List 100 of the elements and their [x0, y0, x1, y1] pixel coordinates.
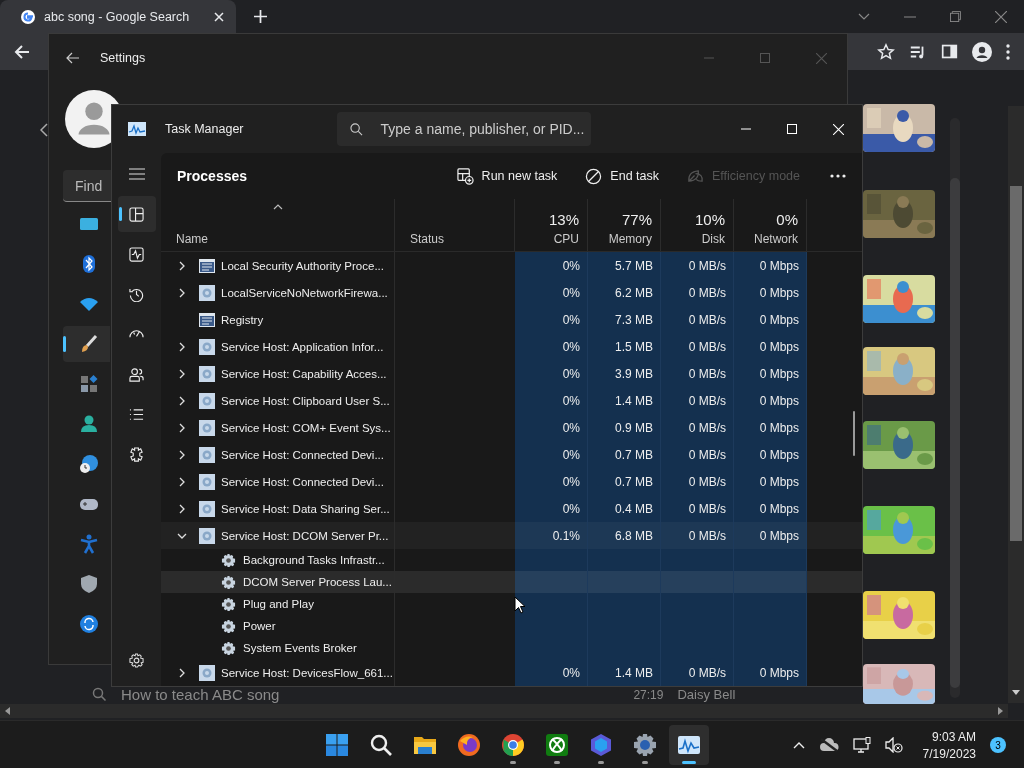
table-cell: 6.2 MB	[615, 285, 653, 300]
chevron-right-icon[interactable]	[177, 368, 187, 379]
chevron-right-icon[interactable]	[177, 341, 187, 352]
profile-icon[interactable]	[972, 41, 992, 62]
settings-icon	[633, 733, 657, 757]
nav-tab[interactable]	[117, 196, 156, 232]
table-row[interactable]: DCOM Server Process Lau...	[161, 571, 862, 593]
selection-indicator	[118, 207, 122, 221]
plus-icon[interactable]	[254, 10, 267, 23]
service-icon	[199, 500, 215, 517]
chevron-right-icon[interactable]	[177, 287, 187, 298]
menu-icon[interactable]	[1006, 43, 1010, 60]
settings-icon[interactable]	[129, 653, 144, 668]
cloud-off-icon[interactable]	[818, 738, 839, 752]
column-header[interactable]: 0% Network	[734, 199, 807, 251]
service-icon	[199, 365, 215, 382]
process-name: Service Host: Connected Devi...	[221, 475, 384, 488]
back-arrow-icon[interactable]	[14, 43, 30, 60]
table-cell: 0%	[562, 366, 580, 381]
chevron-right-icon[interactable]	[177, 395, 187, 406]
browser-tab[interactable]: abc song - Google Search	[0, 0, 236, 33]
service-icon	[199, 527, 215, 544]
channel-name[interactable]: Daisy Bell	[677, 686, 736, 703]
search-icon	[369, 733, 393, 757]
google-icon	[20, 8, 36, 25]
column-header[interactable]: 77% Memory	[588, 199, 661, 251]
apps-icon	[79, 374, 99, 394]
horizontal-scrollbar[interactable]	[0, 704, 1008, 718]
star-icon[interactable]	[877, 42, 895, 61]
scroll-down-arrow-icon[interactable]	[1012, 690, 1020, 695]
service-name: DCOM Server Process Lau...	[243, 576, 392, 588]
table-cell: 0%	[562, 258, 580, 273]
chevron-right-icon[interactable]	[177, 476, 187, 487]
table-cell: 0 Mbps	[759, 366, 799, 381]
table-cell: 0%	[562, 447, 580, 462]
table-cell: 0 MB/s	[688, 312, 726, 327]
chevron-up-icon[interactable]	[792, 741, 805, 749]
process-name: Service Host: DevicesFlow_661...	[221, 666, 393, 679]
running-indicator	[554, 761, 560, 764]
more-icon[interactable]	[830, 174, 846, 178]
notification-badge[interactable]: 3	[990, 737, 1006, 753]
process-name: Service Host: Clipboard User S...	[221, 394, 390, 407]
details-icon	[129, 406, 144, 422]
back-arrow-icon[interactable]	[66, 52, 80, 64]
gear-icon	[221, 552, 236, 568]
table-cell: 0.7 MB	[615, 474, 653, 489]
restore-icon[interactable]	[950, 11, 961, 22]
usage-percent: 77%	[621, 211, 652, 228]
process-name: Service Host: Application Infor...	[221, 340, 384, 353]
chevron-right-icon[interactable]	[177, 667, 187, 678]
mouse-cursor-icon	[514, 596, 526, 614]
globe-icon	[79, 454, 99, 474]
taskbar-button[interactable]	[669, 725, 709, 765]
table-row[interactable]: Service Host: DCOM Server Pr... 0.1% 6.8 MB 0 MB/s 0 Mbps	[161, 522, 862, 549]
table-cell: 0%	[562, 393, 580, 408]
side-panel-icon[interactable]	[941, 43, 958, 60]
table-cell: 0 MB/s	[688, 474, 726, 489]
service-name: Power	[243, 620, 276, 632]
service-icon	[199, 446, 215, 463]
service-icon	[199, 284, 215, 301]
update-icon	[79, 614, 99, 634]
monitor-icon[interactable]	[852, 737, 871, 753]
search-field[interactable]: Type a name, publisher, or PID...	[336, 112, 591, 146]
video-title[interactable]: How to teach ABC song	[121, 686, 280, 703]
nav-item[interactable]	[63, 326, 110, 362]
end-button[interactable]: End task	[575, 163, 669, 189]
speaker-muted-icon[interactable]	[884, 737, 903, 753]
table-cell: 1.4 MB	[615, 393, 653, 408]
clock[interactable]: 9:03 AM 7/19/2023	[922, 729, 976, 761]
gear-icon	[221, 618, 236, 634]
table-cell: 0 MB/s	[688, 339, 726, 354]
column-label: Name	[176, 232, 209, 246]
column-header[interactable]: Name	[161, 199, 395, 251]
column-label: Status	[410, 232, 446, 246]
table-cell: 5.7 MB	[615, 258, 653, 273]
process-name: Service Host: DCOM Server Pr...	[221, 529, 389, 542]
users-icon	[129, 366, 144, 382]
scrollbar-thumb[interactable]	[1010, 186, 1022, 541]
column-label: Network	[754, 232, 798, 246]
scroll-left-arrow-icon[interactable]	[5, 707, 10, 715]
chevron-right-icon[interactable]	[177, 422, 187, 433]
scroll-right-arrow-icon[interactable]	[998, 707, 1003, 715]
chevron-right-icon[interactable]	[177, 503, 187, 514]
chevron-right-icon[interactable]	[177, 449, 187, 460]
table-cell: 3.9 MB	[615, 366, 653, 381]
column-header[interactable]: 10% Disk	[661, 199, 734, 251]
table-cell: 0 Mbps	[759, 447, 799, 462]
chevron-right-icon[interactable]	[177, 260, 187, 271]
windows-logo-icon	[325, 733, 349, 757]
run-button[interactable]: Run new task	[446, 163, 568, 189]
search-placeholder: Type a name, publisher, or PID...	[380, 121, 585, 137]
shield-icon	[79, 574, 99, 594]
menu-icon[interactable]	[128, 168, 145, 180]
column-header[interactable]: 13% CPU	[515, 199, 588, 251]
scrollbar-thumb[interactable]	[853, 411, 855, 456]
column-label: Memory	[608, 232, 652, 246]
window-title: Task Manager	[165, 122, 244, 136]
column-header[interactable]: Status	[395, 199, 515, 251]
process-name: Service Host: Capability Acces...	[221, 367, 387, 380]
chevron-left-icon[interactable]	[40, 123, 48, 137]
